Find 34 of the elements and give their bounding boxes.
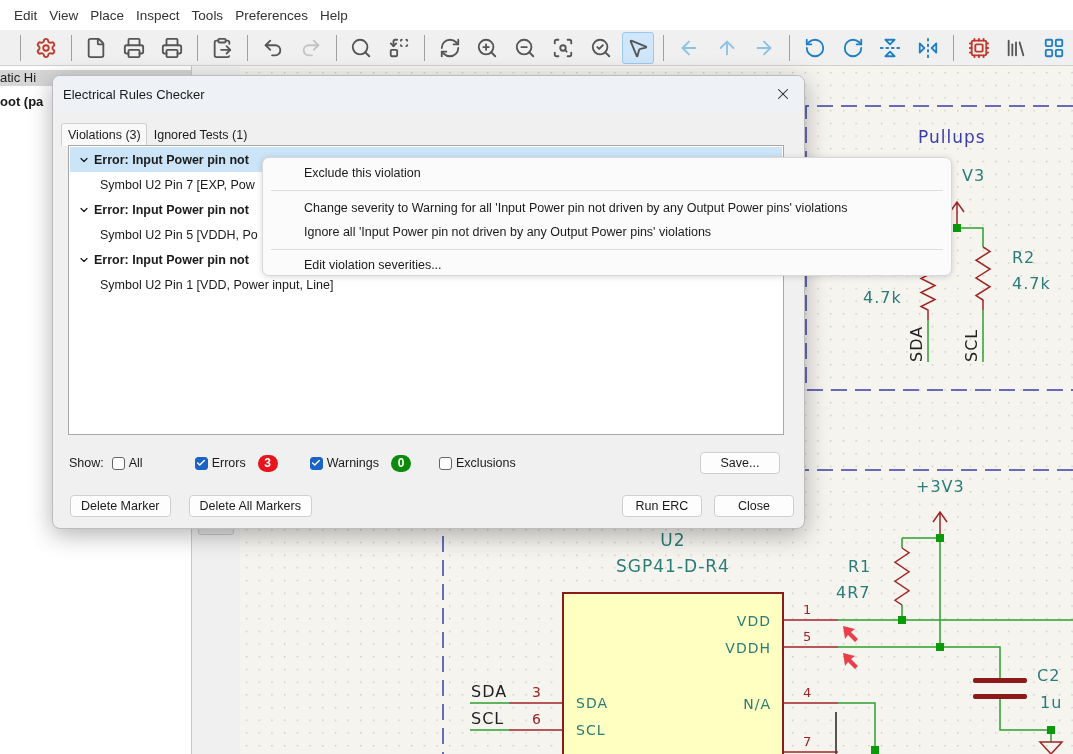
value-label: 1u xyxy=(1040,693,1063,712)
pin-name: N/A xyxy=(743,696,771,712)
reference-label: C2 xyxy=(1037,666,1061,685)
violation-title: Error: Input Power pin not xyxy=(94,202,249,217)
net-label: SDA xyxy=(471,682,508,701)
pin-name: SCL xyxy=(576,722,606,738)
value-label: 4R7 xyxy=(836,583,871,602)
violation-title: Error: Input Power pin not xyxy=(94,252,249,267)
power-label: V3 xyxy=(962,166,986,185)
value-label: 4.7k xyxy=(863,288,902,307)
reference-label: U2 xyxy=(660,530,686,550)
show-label: Show: xyxy=(69,456,104,470)
count-badge: 0 xyxy=(391,454,412,472)
pin-number: 5 xyxy=(803,629,813,644)
reference-label: R2 xyxy=(1012,248,1036,267)
pin-name: VDD xyxy=(736,613,771,629)
pin-number: 4 xyxy=(803,685,813,700)
value-label: 4.7k xyxy=(1012,274,1051,293)
count-badge: 3 xyxy=(257,454,278,472)
pin-number: 1 xyxy=(803,602,813,617)
pin-number: 7 xyxy=(803,734,813,749)
value-label: SGP41-D-R4 xyxy=(616,556,730,576)
pin-name: VDDH xyxy=(725,640,771,656)
reference-label: R1 xyxy=(848,557,872,576)
pin-name: SDA xyxy=(576,695,608,711)
power-label: +3V3 xyxy=(916,477,965,496)
window-title: Electrical Rules Checker xyxy=(63,86,205,102)
net-label: SCL xyxy=(471,709,505,728)
net-label: SCL xyxy=(962,328,981,362)
sheet-title: Pullups xyxy=(918,127,986,147)
net-label: SDA xyxy=(907,325,926,362)
pin-number: 3 xyxy=(532,684,542,700)
pin-number: 6 xyxy=(532,711,542,727)
violation-title: Error: Input Power pin not xyxy=(94,152,249,167)
